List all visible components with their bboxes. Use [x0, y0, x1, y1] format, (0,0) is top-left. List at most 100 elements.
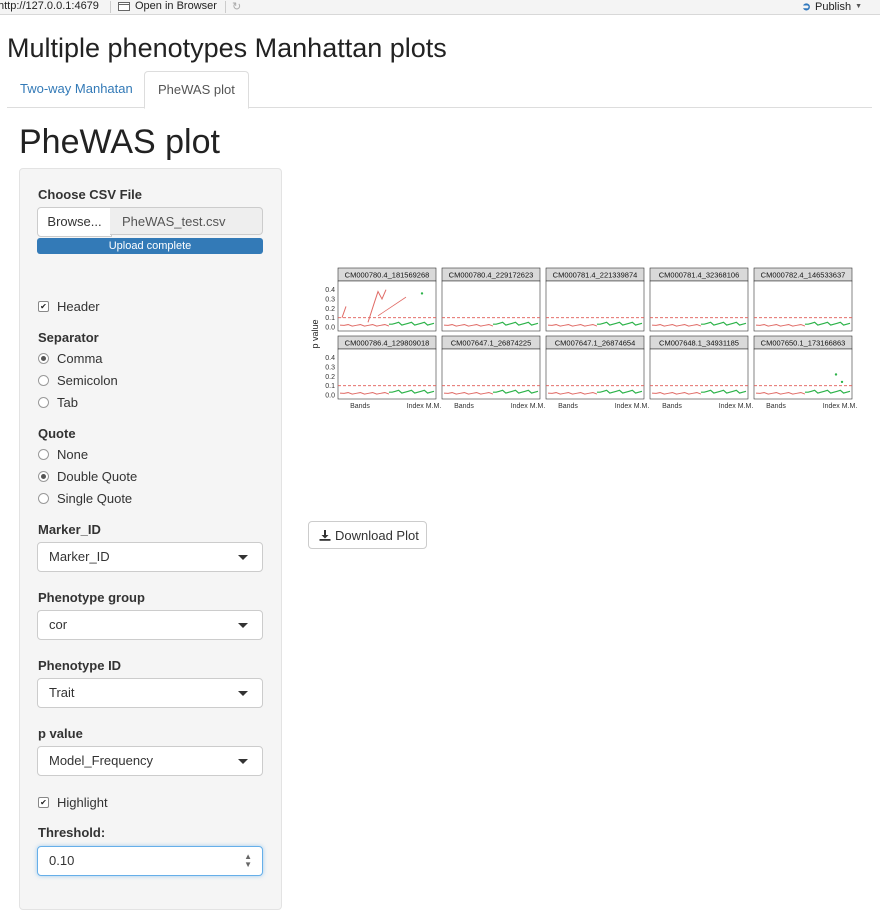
x-tick-label: Index M.M. [407, 403, 442, 410]
phewas-plot: p value CM000780.4_181569268 0.0 0.1 0.2 0.3 0… [310, 267, 858, 410]
radio-label: Tab [57, 395, 78, 410]
facet-title: CM000780.4_181569268 [345, 271, 430, 280]
radio-selected-icon[interactable] [38, 353, 49, 364]
tab-two-way-manhattan[interactable]: Two-way Manhatan [7, 71, 146, 107]
number-spinner-icon[interactable]: ▲ ▼ [244, 853, 252, 869]
download-plot-label: Download Plot [335, 528, 419, 543]
upload-progress-bar: Upload complete [37, 238, 263, 254]
threshold-value: 0.10 [49, 853, 75, 868]
separator-label: Separator [38, 330, 99, 345]
radio-label: None [57, 447, 89, 462]
select-value: Marker_ID [49, 549, 110, 564]
select-value: Trait [49, 685, 75, 700]
header-checkbox-label: Header [57, 299, 100, 314]
x-tick-label: Bands [558, 403, 578, 410]
index-point [420, 292, 424, 295]
y-tick-label: 0.0 [325, 325, 335, 332]
phenotype-group-label: Phenotype group [38, 590, 145, 605]
download-plot-button[interactable]: Download Plot [308, 521, 427, 549]
page-title: PheWAS plot [19, 123, 220, 161]
file-input-label: Choose CSV File [38, 187, 143, 202]
publish-button[interactable]: ➲ Publish ▼ [801, 0, 862, 14]
browse-button[interactable]: Browse... [37, 207, 112, 237]
x-tick-label: Index M.M. [719, 403, 754, 410]
select-value: cor [49, 617, 68, 632]
phenotype-id-label: Phenotype ID [38, 658, 122, 673]
toolbar-divider [225, 1, 226, 13]
y-tick-label: 0.3 [325, 365, 335, 372]
y-axis-title: p value [310, 319, 320, 348]
facet-title: CM000781.4_221339874 [553, 271, 638, 280]
chevron-down-icon: ▼ [855, 3, 862, 10]
y-tick-label: 0.4 [325, 287, 335, 294]
threshold-input[interactable]: 0.10 ▲ ▼ [37, 846, 263, 876]
p-value-select[interactable]: Model_Frequency [37, 746, 263, 776]
facet-title: CM007647.1_26874654 [555, 339, 636, 348]
radio-icon[interactable] [38, 375, 49, 386]
radio-label: Semicolon [57, 373, 118, 388]
viewer-toolbar: http://127.0.0.1:4679 Open in Browser ↻ … [0, 0, 880, 15]
index-point [840, 380, 844, 384]
index-point [834, 373, 838, 376]
radio-icon[interactable] [38, 449, 49, 460]
caret-down-icon [238, 623, 248, 628]
select-value: Model_Frequency [49, 753, 154, 768]
facet-title: CM000782.4_146533637 [761, 271, 846, 280]
x-tick-label: Index M.M. [511, 403, 546, 410]
phenotype-group-select[interactable]: cor [37, 610, 263, 640]
caret-down-icon [238, 555, 248, 560]
marker-id-label: Marker_ID [38, 522, 101, 537]
y-tick-label: 0.2 [325, 306, 335, 313]
x-tick-label: Bands [454, 403, 474, 410]
radio-label: Comma [57, 351, 103, 366]
open-in-browser-label: Open in Browser [135, 0, 217, 12]
radio-quote-double[interactable]: Double Quote [38, 469, 137, 484]
y-tick-label: 0.4 [325, 355, 335, 362]
publish-icon: ➲ [801, 1, 811, 13]
url-text: http://127.0.0.1:4679 [0, 0, 99, 12]
tab-bar: Two-way Manhatan PheWAS plot [7, 71, 872, 109]
facet-title: CM000780.4_229172623 [449, 271, 534, 280]
p-value-label: p value [38, 726, 83, 741]
x-tick-label: Bands [350, 403, 370, 410]
x-tick-label: Bands [766, 403, 786, 410]
radio-separator-tab[interactable]: Tab [38, 395, 78, 410]
app-title: Multiple phenotypes Manhattan plots [7, 33, 447, 63]
facet-title: CM007647.1_26874225 [451, 339, 532, 348]
radio-selected-icon[interactable] [38, 471, 49, 482]
radio-icon[interactable] [38, 397, 49, 408]
window-icon [118, 1, 130, 11]
radio-quote-single[interactable]: Single Quote [38, 491, 132, 506]
radio-quote-none[interactable]: None [38, 447, 88, 462]
refresh-icon[interactable]: ↻ [232, 0, 245, 13]
radio-icon[interactable] [38, 493, 49, 504]
facet-title: CM007650.1_173166863 [761, 339, 846, 348]
download-icon [319, 522, 331, 551]
quote-label: Quote [38, 426, 76, 441]
radio-separator-comma[interactable]: Comma [38, 351, 103, 366]
threshold-label: Threshold: [38, 825, 106, 840]
toolbar-divider [110, 1, 111, 13]
radio-separator-semicolon[interactable]: Semicolon [38, 373, 118, 388]
phenotype-id-select[interactable]: Trait [37, 678, 263, 708]
tab-phewas-plot[interactable]: PheWAS plot [144, 71, 249, 109]
open-in-browser-button[interactable]: Open in Browser [118, 0, 217, 12]
y-tick-label: 0.3 [325, 297, 335, 304]
facet-title: CM000786.4_129809018 [345, 339, 430, 348]
highlight-checkbox[interactable]: ✔ Highlight [38, 795, 108, 810]
x-tick-label: Bands [662, 403, 682, 410]
checkbox-checked-icon[interactable]: ✔ [38, 301, 49, 312]
checkbox-checked-icon[interactable]: ✔ [38, 797, 49, 808]
header-checkbox[interactable]: ✔ Header [38, 299, 100, 314]
highlight-checkbox-label: Highlight [57, 795, 108, 810]
publish-label: Publish [814, 0, 852, 13]
x-tick-label: Index M.M. [823, 403, 858, 410]
radio-label: Double Quote [57, 469, 138, 484]
radio-label: Single Quote [57, 491, 133, 506]
file-name-field[interactable]: PheWAS_test.csv [110, 207, 263, 235]
caret-down-icon [238, 759, 248, 764]
facet-title: CM000781.4_32368106 [659, 271, 740, 280]
y-tick-label: 0.0 [325, 393, 335, 400]
marker-id-select[interactable]: Marker_ID [37, 542, 263, 572]
y-tick-label: 0.2 [325, 374, 335, 381]
